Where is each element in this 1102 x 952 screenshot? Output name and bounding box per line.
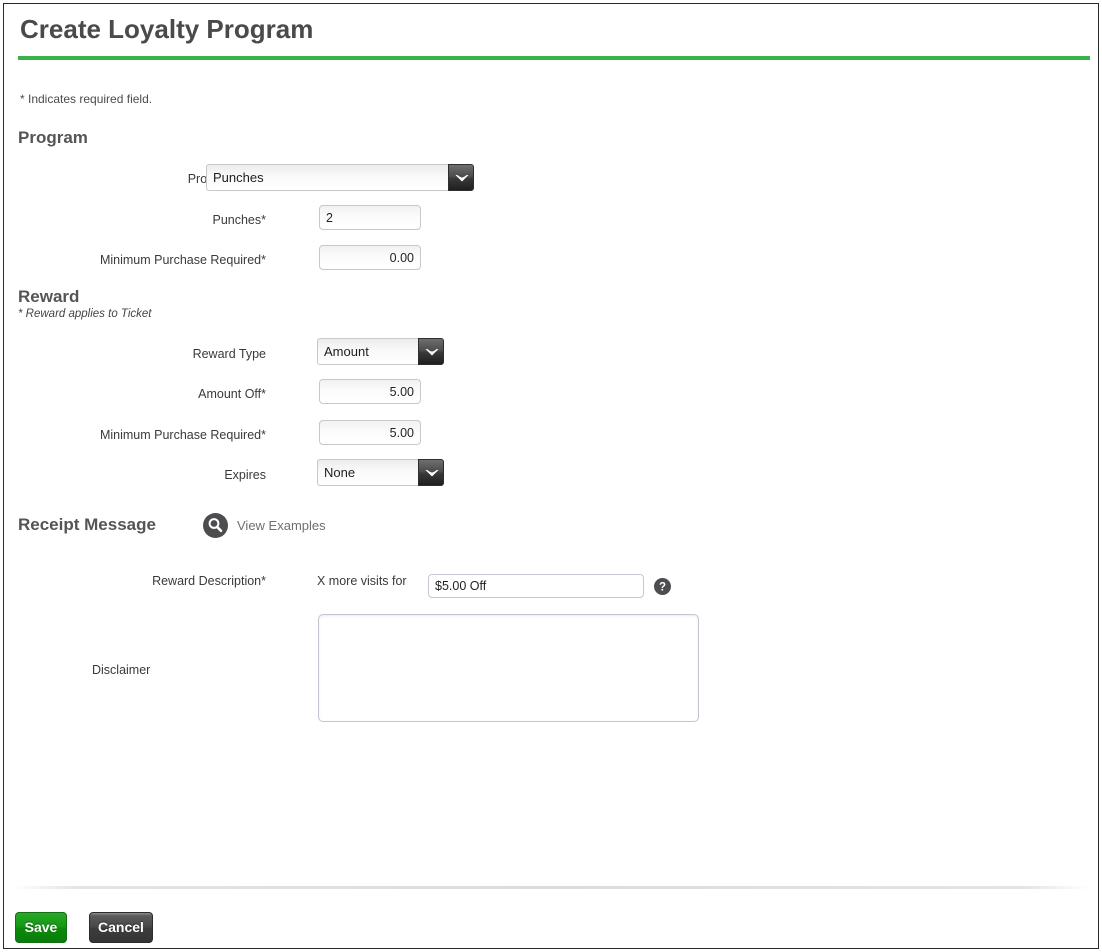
section-heading-program: Program — [18, 128, 88, 147]
label-expires: Expires — [224, 468, 266, 482]
punches-input[interactable] — [319, 205, 421, 230]
expires-value[interactable]: None — [317, 459, 419, 486]
magnifier-glyph — [208, 518, 223, 533]
footer-divider — [12, 886, 1090, 889]
reward-type-value[interactable]: Amount — [317, 338, 419, 365]
program-minimum-purchase-input[interactable] — [319, 245, 421, 270]
reward-minimum-purchase-input[interactable] — [319, 420, 421, 445]
chevron-down-icon[interactable] — [418, 459, 444, 486]
reward-section-subnote: * Reward applies to Ticket — [18, 308, 152, 320]
label-reward-type: Reward Type — [192, 347, 266, 361]
chevron-down-glyph — [425, 470, 439, 477]
label-reward-description: Reward Description* — [152, 574, 266, 588]
disclaimer-textarea[interactable] — [318, 614, 699, 722]
cancel-button[interactable]: Cancel — [89, 912, 153, 943]
page-title: Create Loyalty Program — [20, 14, 314, 44]
view-examples-link[interactable]: View Examples — [237, 518, 326, 533]
page-frame: Create Loyalty Program * Indicates requi… — [3, 3, 1099, 949]
reward-type-dropdown[interactable]: Amount — [317, 338, 444, 365]
required-field-note: * Indicates required field. — [20, 92, 153, 106]
amount-off-input[interactable] — [319, 379, 421, 404]
help-question-glyph: ? — [659, 582, 666, 594]
svg-text:?: ? — [659, 582, 666, 594]
chevron-down-glyph — [425, 349, 439, 356]
chevron-down-icon[interactable] — [418, 338, 444, 365]
label-amount-off: Amount Off* — [198, 387, 266, 401]
expires-dropdown[interactable]: None — [317, 459, 444, 486]
program-type-dropdown[interactable]: Punches — [206, 164, 474, 191]
help-question-icon[interactable]: ? — [654, 578, 671, 595]
label-reward-minimum-purchase: Minimum Purchase Required* — [99, 428, 266, 442]
label-disclaimer: Disclaimer — [92, 663, 151, 677]
chevron-down-icon[interactable] — [448, 164, 474, 191]
chevron-down-glyph — [455, 175, 469, 182]
section-heading-reward: Reward — [18, 287, 80, 306]
reward-description-input[interactable] — [428, 574, 644, 598]
program-type-value[interactable]: Punches — [206, 164, 449, 191]
magnifier-icon[interactable] — [203, 513, 228, 538]
title-accent-rule — [18, 56, 1090, 60]
label-program-minimum-purchase: Minimum Purchase Required* — [99, 253, 266, 267]
label-punches: Punches* — [212, 213, 266, 227]
reward-description-prefix: X more visits for — [317, 574, 407, 588]
section-heading-receipt-message: Receipt Message — [18, 515, 156, 534]
save-button[interactable]: Save — [15, 912, 67, 943]
